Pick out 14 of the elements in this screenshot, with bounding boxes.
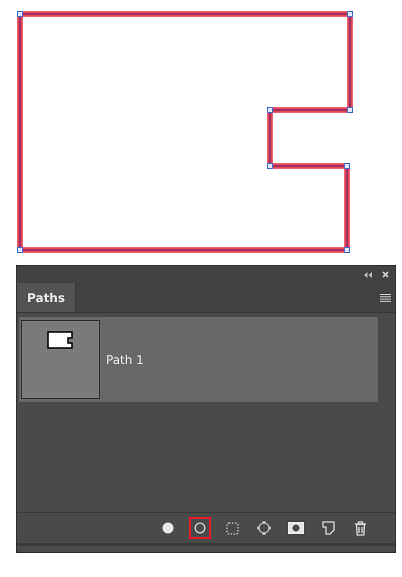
mask-icon bbox=[288, 522, 304, 534]
stroke-path-button[interactable] bbox=[189, 517, 211, 539]
close-icon[interactable] bbox=[382, 271, 389, 278]
filled-circle-icon bbox=[162, 522, 174, 534]
collapse-icon[interactable] bbox=[364, 272, 372, 278]
trash-icon bbox=[354, 520, 366, 536]
path-name: Path 1 bbox=[106, 352, 144, 366]
path-row[interactable]: Path 1 bbox=[19, 317, 378, 402]
new-page-icon bbox=[322, 521, 334, 535]
panel-tab[interactable]: Paths bbox=[17, 283, 76, 312]
dotted-square-icon bbox=[226, 522, 238, 534]
menu-icon[interactable] bbox=[380, 294, 391, 302]
circle-outline-icon bbox=[194, 522, 206, 534]
diamond-nodes-icon bbox=[256, 520, 272, 536]
